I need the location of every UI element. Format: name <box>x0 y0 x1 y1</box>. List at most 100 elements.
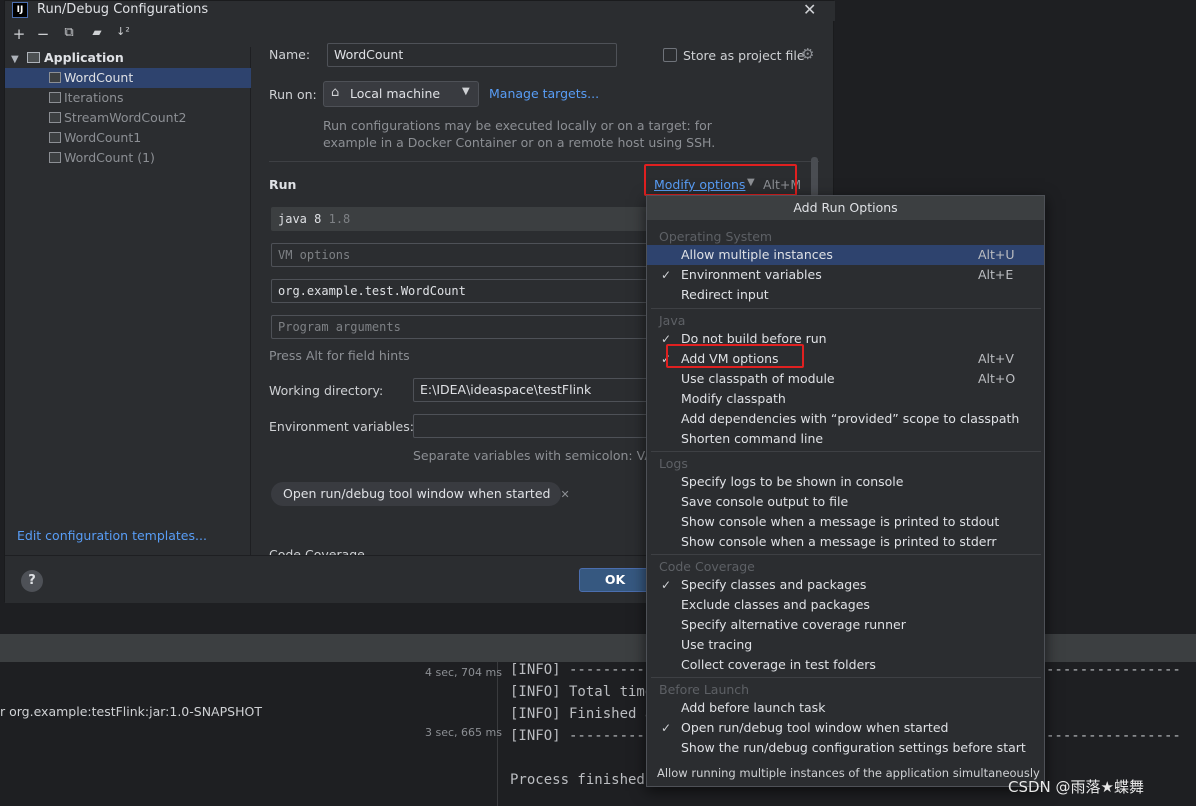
jdk-value: java 8 <box>278 212 322 226</box>
popup-option-label: Redirect input <box>681 287 769 302</box>
run-on-select[interactable]: ⌂ Local machine ▼ <box>323 81 479 107</box>
sort-icon[interactable]: ↓² <box>113 25 133 38</box>
popup-option-shortcut: Alt+U <box>978 247 1015 262</box>
tree-toolbar: + − ⧉ ▰ ↓² <box>5 25 251 47</box>
popup-option[interactable]: ✓ Environment variables Alt+E <box>647 265 1044 285</box>
tree-group-application[interactable]: ▼ Application <box>5 48 251 68</box>
popup-option-label: Exclude classes and packages <box>681 597 870 612</box>
popup-option-label: Save console output to file <box>681 494 849 509</box>
popup-option-label: Add VM options <box>681 351 779 366</box>
tree-item-wordcount[interactable]: WordCount <box>5 68 251 88</box>
popup-option-label: Specify logs to be shown in console <box>681 474 904 489</box>
program-arguments-input[interactable]: Program arguments <box>271 315 651 339</box>
popup-option-label: Environment variables <box>681 267 822 282</box>
popup-option-label: Use classpath of module <box>681 371 835 386</box>
env-variables-input[interactable] <box>413 414 651 438</box>
dialog-titlebar: IJ Run/Debug Configurations ✕ <box>5 0 835 21</box>
folder-icon[interactable]: ▰ <box>87 25 107 39</box>
build-artifact: r org.example:testFlink:jar:1.0-SNAPSHOT <box>0 704 262 719</box>
popup-option[interactable]: Specify alternative coverage runner <box>647 615 1044 635</box>
tree-item-wordcount1[interactable]: WordCount1 <box>5 128 251 148</box>
popup-option-label: Show the run/debug configuration setting… <box>681 740 1026 755</box>
open-tool-window-tag-label: Open run/debug tool window when started <box>283 486 551 501</box>
manage-targets-link[interactable]: Manage targets... <box>489 86 599 101</box>
name-input[interactable]: WordCount <box>327 43 617 67</box>
run-on-value: Local machine <box>350 86 441 101</box>
popup-group-divider <box>651 554 1041 555</box>
field-hint-text: Press Alt for field hints <box>269 348 410 363</box>
ok-button[interactable]: OK <box>579 568 651 592</box>
copy-icon[interactable]: ⧉ <box>59 25 79 40</box>
program-arguments-placeholder: Program arguments <box>278 320 401 334</box>
working-directory-input[interactable]: E:\IDEA\ideaspace\testFlink <box>413 378 651 402</box>
popup-option-shortcut: Alt+O <box>978 371 1016 386</box>
popup-option[interactable]: Use classpath of module Alt+O <box>647 369 1044 389</box>
popup-option[interactable]: Show console when a message is printed t… <box>647 532 1044 552</box>
close-icon[interactable]: ✕ <box>560 488 569 501</box>
popup-option[interactable]: Add dependencies with “provided” scope t… <box>647 409 1044 429</box>
add-icon[interactable]: + <box>9 25 29 43</box>
popup-group-label: Operating System <box>659 229 773 244</box>
modify-options-link[interactable]: Modify options <box>654 177 745 192</box>
tree-item-iterations[interactable]: Iterations <box>5 88 251 108</box>
console-dashes: ---------------- <box>1046 728 1181 744</box>
config-icon <box>49 72 61 83</box>
popup-option[interactable]: Add before launch task <box>647 698 1044 718</box>
tree-item-label: StreamWordCount2 <box>64 110 187 125</box>
env-variables-help: Separate variables with semicolon: VAR= <box>413 448 673 463</box>
popup-option[interactable]: Save console output to file <box>647 492 1044 512</box>
popup-option[interactable]: Redirect input <box>647 285 1044 305</box>
popup-option[interactable]: Show console when a message is printed t… <box>647 512 1044 532</box>
run-section-title: Run <box>269 177 297 192</box>
popup-group-divider <box>651 677 1041 678</box>
popup-option[interactable]: Specify logs to be shown in console <box>647 472 1044 492</box>
jdk-version: 1.8 <box>328 212 351 226</box>
config-icon <box>49 92 61 103</box>
popup-group-label: Before Launch <box>659 682 750 697</box>
popup-option[interactable]: Collect coverage in test folders <box>647 655 1044 675</box>
popup-option-label: Show console when a message is printed t… <box>681 514 1000 529</box>
popup-option-label: Show console when a message is printed t… <box>681 534 997 549</box>
form-scrollbar[interactable] <box>811 157 818 197</box>
run-on-help-line-1: Run configurations may be executed local… <box>323 118 712 133</box>
remove-icon[interactable]: − <box>33 25 53 43</box>
popup-option-label: Add dependencies with “provided” scope t… <box>681 411 1020 426</box>
popup-option[interactable]: ✓ Specify classes and packages <box>647 575 1044 595</box>
config-icon <box>49 152 61 163</box>
store-project-checkbox[interactable] <box>663 48 677 62</box>
popup-option-label: Collect coverage in test folders <box>681 657 876 672</box>
home-icon: ⌂ <box>331 85 340 100</box>
main-class-input[interactable]: org.example.test.WordCount <box>271 279 651 303</box>
popup-option[interactable]: ✓ Add VM options Alt+V <box>647 349 1044 369</box>
popup-group-label: Java <box>659 313 686 328</box>
working-directory-label: Working directory: <box>269 383 384 398</box>
application-icon <box>27 52 40 63</box>
popup-option[interactable]: Shorten command line <box>647 429 1044 449</box>
console-line: Process finished <box>510 772 645 788</box>
popup-option[interactable]: Allow multiple instances Alt+U <box>647 245 1044 265</box>
edit-templates-link[interactable]: Edit configuration templates... <box>17 528 207 543</box>
popup-group-divider <box>651 451 1041 452</box>
popup-option[interactable]: Modify classpath <box>647 389 1044 409</box>
config-icon <box>49 112 61 123</box>
jdk-select[interactable]: java 8 1.8 <box>271 207 651 231</box>
tree-item-streamwordcount2[interactable]: StreamWordCount2 <box>5 108 251 128</box>
console-line: [INFO] Finished a <box>510 706 654 722</box>
gear-icon[interactable]: ⚙ <box>801 45 814 63</box>
popup-option[interactable]: Exclude classes and packages <box>647 595 1044 615</box>
tree-item-wordcount-1[interactable]: WordCount (1) <box>5 148 251 168</box>
popup-option[interactable]: Show the run/debug configuration setting… <box>647 738 1044 758</box>
help-button[interactable]: ? <box>21 570 43 592</box>
chevron-down-icon: ▼ <box>462 86 470 97</box>
name-label: Name: <box>269 47 311 62</box>
build-duration-2: 3 sec, 665 ms <box>425 726 502 739</box>
vm-options-input[interactable]: VM options <box>271 243 651 267</box>
run-on-help-line-2: example in a Docker Container or on a re… <box>323 135 716 150</box>
open-tool-window-tag[interactable]: Open run/debug tool window when started … <box>271 482 570 506</box>
close-icon[interactable]: ✕ <box>803 0 816 19</box>
popup-option[interactable]: Use tracing <box>647 635 1044 655</box>
popup-option[interactable]: ✓ Open run/debug tool window when started <box>647 718 1044 738</box>
console-line: [INFO] ---------- <box>510 728 654 744</box>
env-variables-label: Environment variables: <box>269 419 414 434</box>
popup-option[interactable]: ✓ Do not build before run <box>647 329 1044 349</box>
